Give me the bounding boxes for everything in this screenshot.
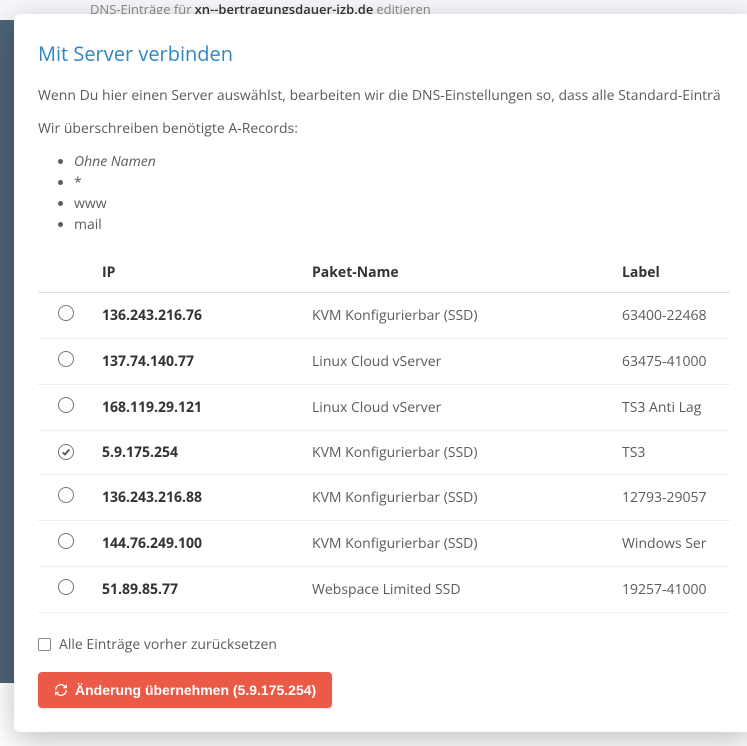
- pkg-cell: KVM Konfigurierbar (SSD): [304, 521, 614, 567]
- pkg-cell: KVM Konfigurierbar (SSD): [304, 431, 614, 475]
- pkg-cell: Webspace Limited SSD: [304, 567, 614, 613]
- list-item: mail: [74, 214, 730, 235]
- table-row[interactable]: 144.76.249.100KVM Konfigurierbar (SSD)Wi…: [38, 521, 730, 567]
- ip-cell: 51.89.85.77: [94, 567, 304, 613]
- table-row[interactable]: 5.9.175.254KVM Konfigurierbar (SSD)TS3: [38, 431, 730, 475]
- label-cell: 63475-41000: [614, 339, 730, 385]
- radio-cell[interactable]: [38, 567, 94, 613]
- radio-cell[interactable]: [38, 339, 94, 385]
- table-row[interactable]: 137.74.140.77Linux Cloud vServer63475-41…: [38, 339, 730, 385]
- radio-cell[interactable]: [38, 385, 94, 431]
- table-row[interactable]: 168.119.29.121Linux Cloud vServerTS3 Ant…: [38, 385, 730, 431]
- pkg-cell: Linux Cloud vServer: [304, 385, 614, 431]
- table-header-row: IP Paket-Name Label: [38, 253, 730, 293]
- ip-cell: 144.76.249.100: [94, 521, 304, 567]
- radio-cell[interactable]: [38, 521, 94, 567]
- reset-checkbox-label[interactable]: Alle Einträge vorher zurücksetzen: [59, 635, 277, 654]
- ip-cell: 5.9.175.254: [94, 431, 304, 475]
- ip-cell: 137.74.140.77: [94, 339, 304, 385]
- list-item: *: [74, 172, 730, 193]
- label-cell: 63400-22468: [614, 293, 730, 339]
- label-cell: TS3: [614, 431, 730, 475]
- radio-cell[interactable]: [38, 431, 94, 475]
- server-radio[interactable]: [58, 533, 74, 549]
- pkg-cell: Linux Cloud vServer: [304, 339, 614, 385]
- label-cell: 19257-41000: [614, 567, 730, 613]
- col-pkg: Paket-Name: [304, 253, 614, 293]
- server-radio[interactable]: [58, 487, 74, 503]
- refresh-icon: [54, 683, 68, 697]
- server-radio[interactable]: [58, 351, 74, 367]
- server-radio[interactable]: [58, 444, 74, 460]
- server-radio[interactable]: [58, 305, 74, 321]
- radio-cell[interactable]: [38, 293, 94, 339]
- label-cell: TS3 Anti Lag: [614, 385, 730, 431]
- reset-checkbox-row[interactable]: Alle Einträge vorher zurücksetzen: [38, 635, 730, 654]
- connect-server-modal: Mit Server verbinden Wenn Du hier einen …: [14, 14, 747, 732]
- table-row[interactable]: 51.89.85.77Webspace Limited SSD19257-410…: [38, 567, 730, 613]
- server-radio[interactable]: [58, 579, 74, 595]
- record-name: *: [74, 173, 82, 192]
- label-cell: 12793-29057: [614, 475, 730, 521]
- check-icon: [61, 447, 71, 457]
- apply-button-label: Änderung übernehmen (5.9.175.254): [75, 682, 316, 698]
- ip-cell: 168.119.29.121: [94, 385, 304, 431]
- table-row[interactable]: 136.243.216.88KVM Konfigurierbar (SSD)12…: [38, 475, 730, 521]
- modal-intro: Wenn Du hier einen Server auswählst, bea…: [38, 85, 730, 235]
- modal-title: Mit Server verbinden: [38, 40, 730, 67]
- col-ip: IP: [94, 253, 304, 293]
- label-cell: Windows Ser: [614, 521, 730, 567]
- col-select: [38, 253, 94, 293]
- record-name: mail: [74, 215, 102, 234]
- intro-line-2: Wir überschreiben benötigte A-Records:: [38, 118, 730, 139]
- server-radio[interactable]: [58, 397, 74, 413]
- apply-changes-button[interactable]: Änderung übernehmen (5.9.175.254): [38, 672, 332, 708]
- ip-cell: 136.243.216.88: [94, 475, 304, 521]
- pkg-cell: KVM Konfigurierbar (SSD): [304, 475, 614, 521]
- reset-checkbox[interactable]: [38, 638, 51, 651]
- table-row[interactable]: 136.243.216.76KVM Konfigurierbar (SSD)63…: [38, 293, 730, 339]
- override-records-list: Ohne Namen * www mail: [74, 151, 730, 235]
- record-name: Ohne Namen: [74, 152, 156, 171]
- pkg-cell: KVM Konfigurierbar (SSD): [304, 293, 614, 339]
- record-name: www: [74, 194, 107, 213]
- radio-cell[interactable]: [38, 475, 94, 521]
- list-item: www: [74, 193, 730, 214]
- intro-line-1: Wenn Du hier einen Server auswählst, bea…: [38, 85, 730, 106]
- list-item: Ohne Namen: [74, 151, 730, 172]
- server-table: IP Paket-Name Label 136.243.216.76KVM Ko…: [38, 253, 730, 613]
- col-label: Label: [614, 253, 730, 293]
- ip-cell: 136.243.216.76: [94, 293, 304, 339]
